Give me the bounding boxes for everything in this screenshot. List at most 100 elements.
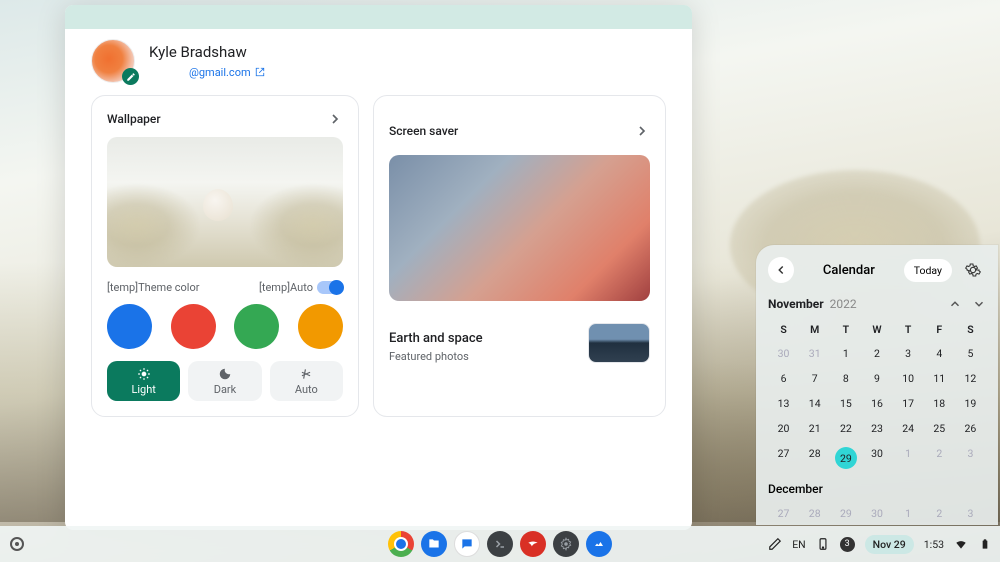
chrome-icon[interactable] — [388, 531, 414, 557]
calendar-day[interactable]: 22 — [830, 417, 861, 440]
calendar-day[interactable]: 1 — [830, 342, 861, 365]
calendar-day[interactable]: 7 — [799, 367, 830, 390]
calendar-day[interactable]: 21 — [799, 417, 830, 440]
calendar-day[interactable]: 9 — [861, 367, 892, 390]
calendar-day[interactable]: 31 — [799, 342, 830, 365]
stadia-icon[interactable] — [520, 531, 546, 557]
wifi-icon[interactable] — [954, 537, 968, 551]
calendar-day[interactable]: 26 — [955, 417, 986, 440]
window-titlebar — [65, 5, 692, 29]
phone-icon[interactable] — [816, 537, 830, 551]
calendar-day[interactable]: 20 — [768, 417, 799, 440]
auto-theme-toggle[interactable] — [317, 281, 343, 294]
dec-preview-row: 27282930123 — [768, 502, 986, 525]
calendar-day[interactable]: 13 — [768, 392, 799, 415]
launcher-button[interactable] — [10, 537, 24, 551]
screensaver-collection: Earth and space — [389, 331, 483, 346]
color-swatch-1[interactable] — [171, 304, 216, 349]
calendar-day[interactable]: 30 — [861, 502, 892, 525]
wallpaper-preview[interactable] — [107, 137, 343, 267]
color-swatches — [107, 304, 343, 349]
calendar-day[interactable]: 17 — [893, 392, 924, 415]
today-button[interactable]: Today — [904, 259, 952, 282]
calendar-day[interactable]: 28 — [799, 442, 830, 474]
date-pill[interactable]: Nov 29 — [865, 535, 914, 554]
calendar-day[interactable]: 18 — [924, 392, 955, 415]
calendar-title: Calendar — [802, 263, 896, 278]
calendar-day[interactable]: 6 — [768, 367, 799, 390]
status-tray[interactable]: EN 3 Nov 29 1:53 — [768, 535, 992, 554]
calendar-day[interactable]: 14 — [799, 392, 830, 415]
calendar-day[interactable]: 16 — [861, 392, 892, 415]
photos-shelf-icon[interactable] — [586, 531, 612, 557]
calendar-day[interactable]: 3 — [955, 502, 986, 525]
calendar-day[interactable]: 30 — [768, 342, 799, 365]
clock[interactable]: 1:53 — [924, 538, 944, 551]
calendar-day[interactable]: 12 — [955, 367, 986, 390]
calendar-day[interactable]: 15 — [830, 392, 861, 415]
calendar-day[interactable]: 19 — [955, 392, 986, 415]
calendar-settings-icon[interactable] — [960, 257, 986, 283]
calendar-day[interactable]: 27 — [768, 442, 799, 474]
prev-month-button[interactable] — [948, 297, 962, 311]
shelf-apps — [388, 531, 612, 557]
dow-header: F — [924, 319, 955, 340]
wallpaper-card: Wallpaper [temp]Theme color [temp]Auto L… — [91, 95, 359, 417]
calendar-day[interactable]: 27 — [768, 502, 799, 525]
files-icon[interactable] — [421, 531, 447, 557]
profile-email-link[interactable]: @gmail.com — [189, 66, 265, 79]
profile-header: Kyle Bradshaw @gmail.com — [91, 39, 666, 83]
color-swatch-0[interactable] — [107, 304, 152, 349]
personalization-window: Kyle Bradshaw @gmail.com Wallpaper [temp… — [65, 5, 692, 530]
screensaver-chevron-icon[interactable] — [634, 123, 650, 139]
calendar-day[interactable]: 2 — [861, 342, 892, 365]
calendar-day[interactable]: 23 — [861, 417, 892, 440]
edit-avatar-button[interactable] — [122, 68, 139, 85]
calendar-day[interactable]: 4 — [924, 342, 955, 365]
calendar-day[interactable]: 10 — [893, 367, 924, 390]
dow-header: T — [893, 319, 924, 340]
shelf: EN 3 Nov 29 1:53 — [0, 526, 1000, 562]
calendar-day[interactable]: 28 — [799, 502, 830, 525]
calendar-day[interactable]: 11 — [924, 367, 955, 390]
calendar-day[interactable]: 3 — [955, 442, 986, 474]
calendar-day[interactable]: 3 — [893, 342, 924, 365]
calendar-day[interactable]: 29 — [830, 442, 861, 474]
profile-name: Kyle Bradshaw — [149, 43, 265, 61]
calendar-day[interactable]: 29 — [830, 502, 861, 525]
calendar-day[interactable]: 24 — [893, 417, 924, 440]
dark-mode-button[interactable]: Dark — [188, 361, 261, 401]
dow-header: S — [768, 319, 799, 340]
terminal-icon[interactable] — [487, 531, 513, 557]
dow-header: W — [861, 319, 892, 340]
calendar-day[interactable]: 5 — [955, 342, 986, 365]
calendar-day[interactable]: 8 — [830, 367, 861, 390]
calendar-day[interactable]: 2 — [924, 442, 955, 474]
calendar-day[interactable]: 1 — [893, 442, 924, 474]
screensaver-card: Screen saver Earth and space Featured ph… — [373, 95, 666, 417]
calendar-day[interactable]: 30 — [861, 442, 892, 474]
screensaver-thumbnail[interactable] — [588, 323, 650, 363]
calendar-day[interactable]: 1 — [893, 502, 924, 525]
calendar-back-button[interactable] — [768, 257, 794, 283]
notification-count[interactable]: 3 — [840, 537, 855, 552]
calendar-day[interactable]: 2 — [924, 502, 955, 525]
next-month-button[interactable] — [972, 297, 986, 311]
lang-indicator[interactable]: EN — [792, 538, 805, 551]
theme-color-label: [temp]Theme color — [107, 281, 199, 294]
auto-mode-button[interactable]: Auto — [270, 361, 343, 401]
dow-header: T — [830, 319, 861, 340]
screensaver-subtitle: Featured photos — [389, 350, 483, 363]
settings-shelf-icon[interactable] — [553, 531, 579, 557]
wallpaper-chevron-icon[interactable] — [327, 111, 343, 127]
stylus-icon[interactable] — [768, 537, 782, 551]
battery-icon[interactable] — [978, 537, 992, 551]
auto-theme-label: [temp]Auto — [259, 281, 313, 294]
calendar-panel: Calendar Today November 2022 SMTWTFS3031… — [756, 245, 998, 525]
color-swatch-3[interactable] — [298, 304, 343, 349]
messages-icon[interactable] — [454, 531, 480, 557]
screensaver-preview[interactable] — [389, 155, 650, 301]
light-mode-button[interactable]: Light — [107, 361, 180, 401]
calendar-day[interactable]: 25 — [924, 417, 955, 440]
color-swatch-2[interactable] — [234, 304, 279, 349]
